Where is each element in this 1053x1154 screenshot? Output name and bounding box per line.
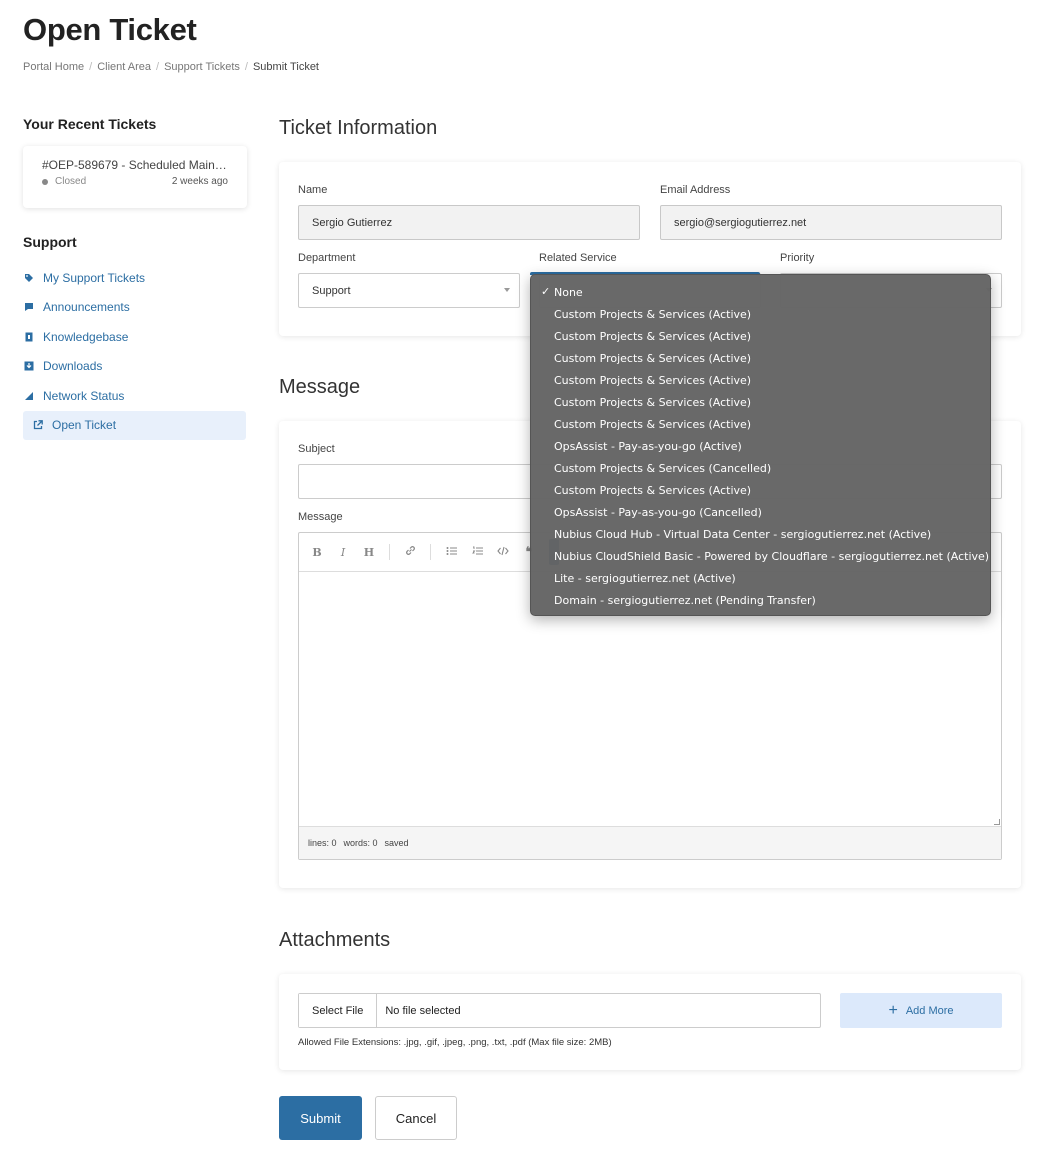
editor-statusbar: lines: 0 words: 0 saved xyxy=(299,826,1001,859)
comment-icon xyxy=(24,302,34,312)
italic-icon[interactable]: I xyxy=(337,546,349,559)
tag-icon xyxy=(24,273,34,283)
related-service-option[interactable]: OpsAssist - Pay-as-you-go (Cancelled) xyxy=(531,501,990,523)
plus-icon: + xyxy=(888,1001,898,1019)
related-service-option[interactable]: OpsAssist - Pay-as-you-go (Active) xyxy=(531,435,990,457)
resize-handle-icon[interactable] xyxy=(994,819,1000,825)
related-service-option[interactable]: Lite - sergiogutierrez.net (Active) xyxy=(531,567,990,589)
subject-label: Subject xyxy=(298,443,335,455)
support-nav: My Support Tickets Announcements Knowled… xyxy=(23,263,247,440)
bullet-list-icon[interactable] xyxy=(445,546,457,559)
attachments-card: Select File No file selected + Add More … xyxy=(279,974,1021,1070)
name-label: Name xyxy=(298,184,328,196)
sidebar-item-network-status[interactable]: Network Status xyxy=(23,381,247,411)
status-dot-icon xyxy=(42,178,48,185)
ticket-information-title: Ticket Information xyxy=(279,117,438,139)
related-service-option[interactable]: Custom Projects & Services (Active) xyxy=(531,347,990,369)
message-label: Message xyxy=(298,511,343,523)
breadcrumb-client-area[interactable]: Client Area xyxy=(97,61,151,73)
heading-icon[interactable]: H xyxy=(363,546,375,559)
related-service-option[interactable]: Custom Projects & Services (Active) xyxy=(531,479,990,501)
bold-icon[interactable]: B xyxy=(311,546,323,559)
email-field[interactable]: sergio@sergiogutierrez.net xyxy=(660,205,1002,240)
chevron-down-icon xyxy=(504,288,510,292)
page-title: Open Ticket xyxy=(23,12,197,47)
sidebar: Your Recent Tickets #OEP-589679 - Schedu… xyxy=(23,116,247,440)
link-icon[interactable] xyxy=(404,545,416,559)
cancel-button[interactable]: Cancel xyxy=(375,1096,457,1140)
sidebar-item-my-support-tickets[interactable]: My Support Tickets xyxy=(23,263,247,293)
message-title: Message xyxy=(279,376,361,398)
sidebar-item-knowledgebase[interactable]: Knowledgebase xyxy=(23,322,247,352)
related-service-option[interactable]: Custom Projects & Services (Active) xyxy=(531,369,990,391)
allowed-extensions-text: Allowed File Extensions: .jpg, .gif, .jp… xyxy=(298,1037,612,1048)
sidebar-item-announcements[interactable]: Announcements xyxy=(23,293,247,323)
select-file-button[interactable]: Select File xyxy=(299,994,378,1027)
add-more-button[interactable]: + Add More xyxy=(840,993,1002,1028)
sidebar-item-downloads[interactable]: Downloads xyxy=(23,352,247,382)
lines-count: lines: 0 xyxy=(308,838,337,848)
related-service-option[interactable]: ✓ None xyxy=(531,281,990,303)
department-select[interactable]: Support xyxy=(298,273,520,308)
file-input[interactable]: Select File No file selected xyxy=(298,993,821,1028)
support-heading: Support xyxy=(23,234,77,250)
download-icon xyxy=(24,361,34,371)
breadcrumb-submit-ticket: Submit Ticket xyxy=(252,61,319,73)
related-service-option[interactable]: Custom Projects & Services (Active) xyxy=(531,413,990,435)
department-label: Department xyxy=(298,252,356,264)
external-link-icon xyxy=(33,420,43,430)
email-label: Email Address xyxy=(660,184,731,196)
breadcrumb: Portal Home / Client Area / Support Ticket… xyxy=(23,61,319,73)
recent-ticket-title: #OEP-589679 - Scheduled Mainten... xyxy=(42,158,228,172)
book-icon xyxy=(24,332,34,342)
signal-icon xyxy=(24,391,34,401)
submit-button[interactable]: Submit xyxy=(279,1096,362,1140)
recent-tickets-heading: Your Recent Tickets xyxy=(23,116,157,132)
related-service-option[interactable]: Custom Projects & Services (Cancelled) xyxy=(531,457,990,479)
related-service-option[interactable]: Custom Projects & Services (Active) xyxy=(531,391,990,413)
saved-status: saved xyxy=(384,838,409,848)
attachments-title: Attachments xyxy=(279,929,391,951)
numbered-list-icon[interactable] xyxy=(471,546,483,559)
sidebar-item-open-ticket[interactable]: Open Ticket xyxy=(23,410,246,440)
words-count: words: 0 xyxy=(343,838,378,848)
related-service-option[interactable]: Custom Projects & Services (Active) xyxy=(531,303,990,325)
related-service-option[interactable]: Nubius Cloud Hub - Virtual Data Center -… xyxy=(531,523,990,545)
related-service-option[interactable]: Domain - sergiogutierrez.net (Pending Tr… xyxy=(531,589,990,611)
checkmark-icon: ✓ xyxy=(541,285,551,298)
breadcrumb-support-tickets[interactable]: Support Tickets xyxy=(164,61,240,73)
related-service-option[interactable]: Custom Projects & Services (Active) xyxy=(531,325,990,347)
related-service-label: Related Service xyxy=(539,252,617,264)
related-service-option[interactable]: Nubius CloudShield Basic - Powered by Cl… xyxy=(531,545,990,567)
name-field[interactable]: Sergio Gutierrez xyxy=(298,205,640,240)
file-name: No file selected xyxy=(385,1004,461,1017)
code-icon[interactable] xyxy=(497,546,509,559)
ticket-status: Closed xyxy=(42,176,86,187)
breadcrumb-portal-home[interactable]: Portal Home xyxy=(23,61,84,73)
related-service-dropdown[interactable]: ✓ None Custom Projects & Services (Active)… xyxy=(530,274,991,616)
priority-label: Priority xyxy=(780,252,815,264)
ticket-time: 2 weeks ago xyxy=(171,176,228,187)
recent-ticket-card[interactable]: #OEP-589679 - Scheduled Mainten... Close… xyxy=(23,146,247,208)
